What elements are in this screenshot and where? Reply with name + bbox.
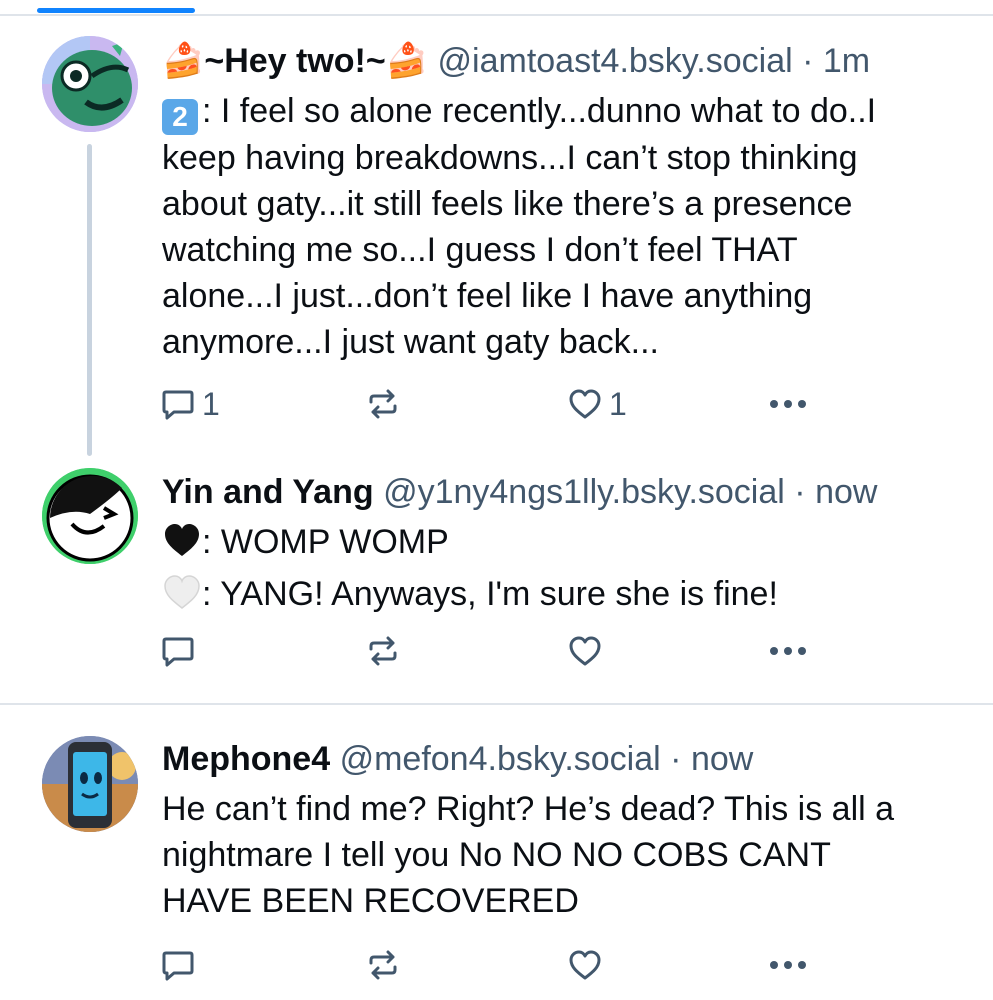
like-button[interactable]: 1 [567, 384, 627, 424]
more-options-icon [770, 400, 806, 408]
repost-button[interactable] [365, 945, 401, 985]
post-header: 🍰~Hey two!~🍰 @iamtoast4.bsky.social · 1m [162, 41, 953, 81]
reply-icon [162, 390, 194, 420]
display-name[interactable]: ~Hey two!~ [204, 42, 385, 80]
post-text-line: alone...I just...don’t feel like I have … [162, 277, 813, 315]
repost-button[interactable] [365, 384, 401, 424]
post-actions [160, 945, 820, 985]
separator: · [794, 473, 806, 511]
phone-character-avatar-icon [42, 736, 138, 832]
reply-count: 1 [202, 385, 220, 422]
post-actions: 1 1 [160, 384, 820, 424]
post-text: 2: I feel so alone recently...dunno what… [162, 88, 952, 365]
separator: · [670, 740, 682, 778]
post-divider [0, 703, 993, 705]
post-header: Mephone4 @mefon4.bsky.social · now [162, 739, 953, 779]
green-character-avatar-icon [42, 36, 138, 132]
like-button[interactable] [567, 945, 603, 985]
heart-icon [569, 389, 601, 419]
repost-icon [369, 950, 397, 980]
timestamp[interactable]: now [815, 473, 877, 511]
thread-line [87, 144, 92, 456]
heart-icon [569, 636, 601, 666]
yin-yang-character-avatar-icon [42, 468, 138, 564]
reply-button[interactable]: 1 [160, 384, 220, 424]
avatar[interactable] [42, 736, 138, 832]
post-header: Yin and Yang @y1ny4ngs1lly.bsky.social ·… [162, 472, 953, 512]
avatar[interactable] [42, 468, 138, 564]
like-count: 1 [609, 385, 627, 422]
heart-icon [569, 950, 601, 980]
post-text-line: anymore...I just want gaty back... [162, 323, 660, 361]
post-text: : WOMP WOMP : YANG! Anyways, I'm sure sh… [162, 519, 952, 623]
display-name[interactable]: Yin and Yang [162, 473, 374, 511]
name-suffix-emoji: 🍰 [385, 42, 429, 80]
reply-button[interactable] [160, 945, 196, 985]
post-text: He can’t find me? Right? He’s dead? This… [162, 786, 952, 924]
timestamp[interactable]: 1m [823, 42, 870, 80]
repost-icon [369, 636, 397, 666]
separator: · [802, 42, 814, 80]
reply-icon [162, 637, 194, 667]
black-heart-emoji [162, 521, 202, 571]
timestamp[interactable]: now [691, 740, 753, 778]
more-options-button[interactable] [768, 945, 808, 985]
like-button[interactable] [567, 631, 603, 671]
post-text-line: nightmare I tell you No NO NO COBS CANT [162, 836, 831, 874]
post-text-line: about gaty...it still feels like there’s… [162, 185, 853, 223]
post-text-line: 2: I feel so alone recently...dunno what… [162, 88, 952, 135]
post-text-line: HAVE BEEN RECOVERED [162, 882, 579, 920]
more-options-icon [770, 647, 806, 655]
reply-icon [162, 951, 194, 981]
more-options-icon [770, 961, 806, 969]
repost-icon [369, 389, 397, 419]
top-border [0, 14, 993, 16]
post-text-line: watching me so...I guess I don’t feel TH… [162, 231, 798, 269]
more-options-button[interactable] [768, 631, 808, 671]
post-actions [160, 631, 820, 671]
name-prefix-emoji: 🍰 [162, 42, 205, 80]
active-tab-indicator [37, 8, 195, 13]
keycap-two-emoji: 2 [162, 99, 198, 135]
white-heart-emoji [162, 573, 202, 623]
repost-button[interactable] [365, 631, 401, 671]
handle[interactable]: @y1ny4ngs1lly.bsky.social [383, 473, 785, 511]
avatar[interactable] [42, 36, 138, 132]
post-text-line: : YANG! Anyways, I'm sure she is fine! [162, 571, 952, 623]
post-text-line: keep having breakdowns...I can’t stop th… [162, 139, 858, 177]
more-options-button[interactable] [768, 384, 808, 424]
reply-button[interactable] [160, 631, 196, 671]
post-text-line: He can’t find me? Right? He’s dead? This… [162, 790, 895, 828]
display-name[interactable]: Mephone4 [162, 740, 330, 778]
handle[interactable]: @iamtoast4.bsky.social [438, 42, 793, 80]
handle[interactable]: @mefon4.bsky.social [340, 740, 661, 778]
post-text-line: : WOMP WOMP [162, 519, 952, 571]
